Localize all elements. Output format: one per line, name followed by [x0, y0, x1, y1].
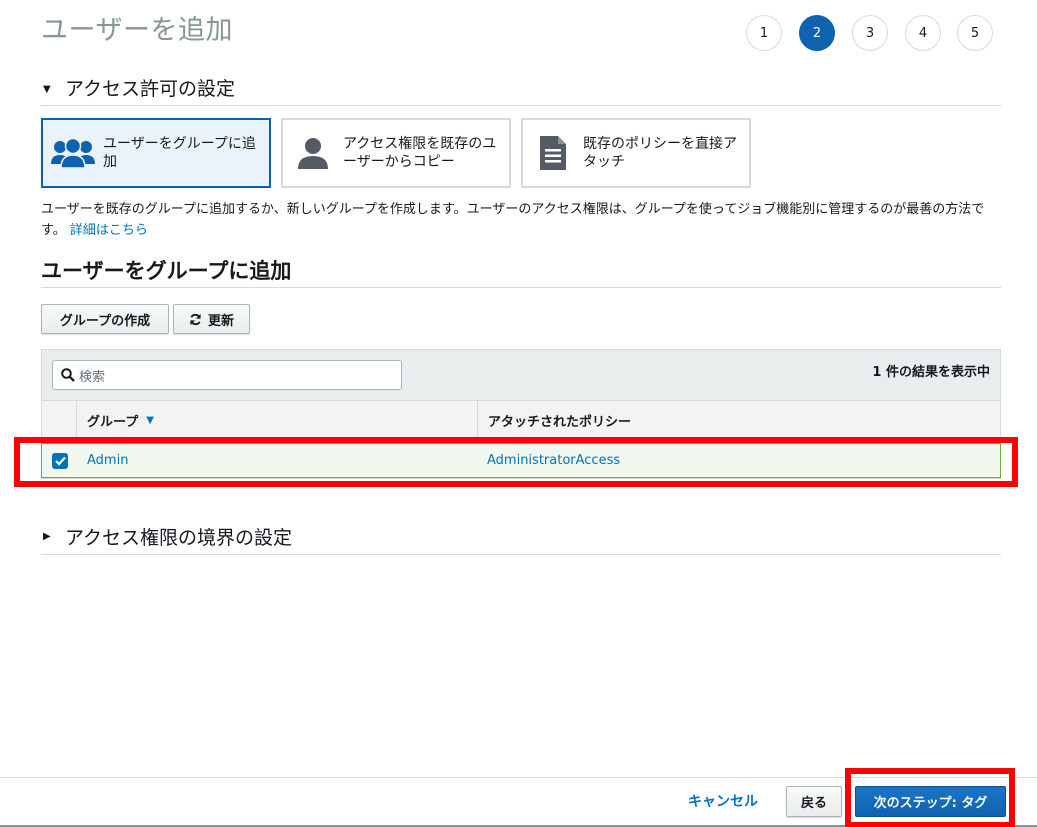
back-button[interactable]: 戻る	[786, 786, 842, 817]
option-label: 既存のポリシーを直接アタッチ	[583, 136, 737, 170]
table-header: グループ ▼ アタッチされたポリシー	[42, 401, 1000, 439]
column-divider	[477, 401, 478, 439]
highlight-frame	[845, 768, 1015, 827]
back-label: 戻る	[800, 796, 827, 811]
option-add-to-group[interactable]: ユーザーをグループに追加	[41, 118, 271, 188]
document-icon	[523, 135, 583, 171]
description-text: ユーザーを既存のグループに追加するか、新しいグループを作成します。ユーザーのアク…	[41, 202, 985, 238]
caret-down-icon: ▼	[43, 84, 51, 95]
page-title: ユーザーを追加	[41, 15, 233, 46]
user-icon	[283, 136, 343, 170]
option-label: アクセス権限を既存のユーザーからコピー	[343, 136, 497, 170]
step-2[interactable]: 2	[799, 15, 835, 51]
result-count: 1 件の結果を表示中	[872, 365, 990, 380]
boundary-section-title: アクセス権限の境界の設定	[65, 527, 293, 549]
sort-down-icon: ▼	[146, 414, 154, 426]
permissions-section-title: アクセス許可の設定	[65, 78, 236, 100]
highlight-frame	[14, 437, 1018, 487]
refresh-icon	[189, 313, 202, 326]
column-divider	[76, 401, 77, 439]
caret-right-icon: ▶	[43, 531, 51, 542]
column-header-policy[interactable]: アタッチされたポリシー	[488, 401, 631, 439]
boundary-section-toggle[interactable]: ▶ アクセス権限の境界の設定	[41, 527, 1001, 555]
table-toolbar: 検索 1 件の結果を表示中	[42, 350, 1000, 401]
option-attach-policy[interactable]: 既存のポリシーを直接アタッチ	[521, 118, 751, 188]
create-group-label: グループの作成	[59, 313, 151, 329]
column-header-label: グループ	[87, 414, 139, 430]
cancel-button[interactable]: キャンセル	[688, 791, 758, 811]
refresh-label: 更新	[207, 313, 234, 329]
more-info-link[interactable]: 詳細はこちら	[70, 223, 148, 238]
group-section-title: ユーザーをグループに追加	[41, 255, 1001, 288]
create-group-button[interactable]: グループの作成	[41, 304, 169, 334]
search-icon	[61, 368, 75, 382]
option-label: ユーザーをグループに追加	[103, 136, 256, 170]
step-3[interactable]: 3	[852, 15, 888, 51]
permissions-description: ユーザーを既存のグループに追加するか、新しいグループを作成します。ユーザーのアク…	[41, 199, 1001, 241]
column-header-label: アタッチされたポリシー	[488, 414, 632, 430]
option-copy-permissions[interactable]: アクセス権限を既存のユーザーからコピー	[281, 118, 511, 188]
column-header-group[interactable]: グループ ▼	[87, 401, 154, 439]
step-5[interactable]: 5	[957, 15, 993, 51]
user-group-icon	[43, 136, 103, 170]
search-input[interactable]: 検索	[52, 360, 402, 390]
search-placeholder: 検索	[79, 369, 106, 385]
refresh-button[interactable]: 更新	[173, 304, 250, 334]
step-1[interactable]: 1	[746, 15, 782, 51]
step-4[interactable]: 4	[905, 15, 941, 51]
permissions-section-toggle[interactable]: ▼ アクセス許可の設定	[41, 78, 1001, 106]
